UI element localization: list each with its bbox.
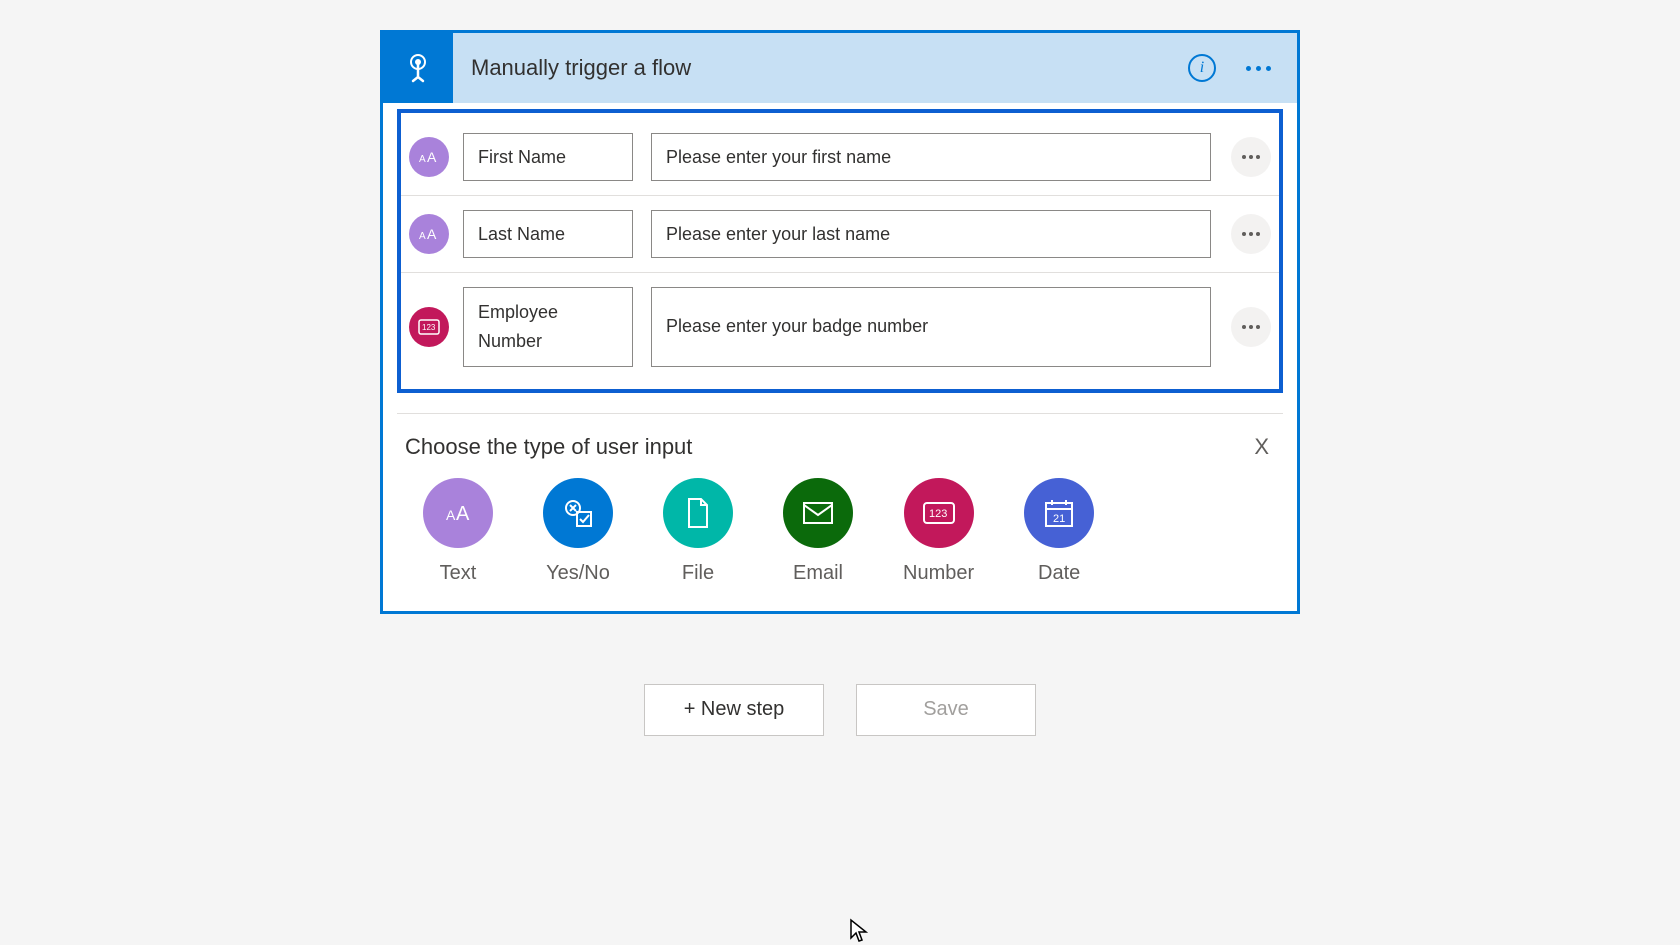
svg-text:A: A <box>456 503 470 525</box>
text-type-icon: AA <box>409 214 449 254</box>
text-icon: AA <box>423 478 493 548</box>
save-button[interactable]: Save <box>856 684 1036 736</box>
number-type-icon: 123 <box>409 307 449 347</box>
trigger-title: Manually trigger a flow <box>453 55 1188 81</box>
cursor-icon <box>849 918 869 944</box>
svg-text:123: 123 <box>929 508 947 520</box>
input-type-date[interactable]: 21 Date <box>1024 478 1094 585</box>
input-row: 123 Employee Number Please enter your ba… <box>401 272 1279 381</box>
svg-text:A: A <box>427 226 437 242</box>
input-description-field[interactable]: Please enter your badge number <box>651 287 1211 367</box>
yesno-icon <box>543 478 613 548</box>
inputs-highlight: AA First Name Please enter your first na… <box>397 109 1283 393</box>
text-type-icon: AA <box>409 137 449 177</box>
input-row: AA Last Name Please enter your last name <box>401 195 1279 272</box>
input-type-yesno[interactable]: Yes/No <box>543 478 613 585</box>
input-type-file[interactable]: File <box>663 478 733 585</box>
new-step-button[interactable]: + New step <box>644 684 824 736</box>
input-type-text[interactable]: AA Text <box>423 478 493 585</box>
input-description-field[interactable]: Please enter your last name <box>651 210 1211 258</box>
email-icon <box>783 478 853 548</box>
date-icon: 21 <box>1024 478 1094 548</box>
input-type-number[interactable]: 123 Number <box>903 478 974 585</box>
input-menu-button[interactable] <box>1231 214 1271 254</box>
svg-text:123: 123 <box>422 323 436 332</box>
svg-text:A: A <box>446 507 456 523</box>
svg-text:A: A <box>419 231 426 242</box>
trigger-icon <box>383 33 453 103</box>
picker-close-button[interactable]: X <box>1248 434 1275 460</box>
input-description-field[interactable]: Please enter your first name <box>651 133 1211 181</box>
picker-title: Choose the type of user input <box>405 434 692 460</box>
input-menu-button[interactable] <box>1231 307 1271 347</box>
input-type-email[interactable]: Email <box>783 478 853 585</box>
input-row: AA First Name Please enter your first na… <box>401 119 1279 195</box>
input-type-picker: Choose the type of user input X AA Text <box>397 413 1283 591</box>
trigger-card: Manually trigger a flow i AA First Name … <box>380 30 1300 614</box>
trigger-card-header[interactable]: Manually trigger a flow i <box>383 33 1297 103</box>
input-name-field[interactable]: Employee Number <box>463 287 633 367</box>
svg-text:A: A <box>427 149 437 165</box>
number-icon: 123 <box>904 478 974 548</box>
more-icon[interactable] <box>1240 60 1277 77</box>
input-name-field[interactable]: Last Name <box>463 210 633 258</box>
input-menu-button[interactable] <box>1231 137 1271 177</box>
input-name-field[interactable]: First Name <box>463 133 633 181</box>
svg-text:21: 21 <box>1053 513 1065 525</box>
info-icon[interactable]: i <box>1188 54 1216 82</box>
svg-text:A: A <box>419 154 426 165</box>
file-icon <box>663 478 733 548</box>
